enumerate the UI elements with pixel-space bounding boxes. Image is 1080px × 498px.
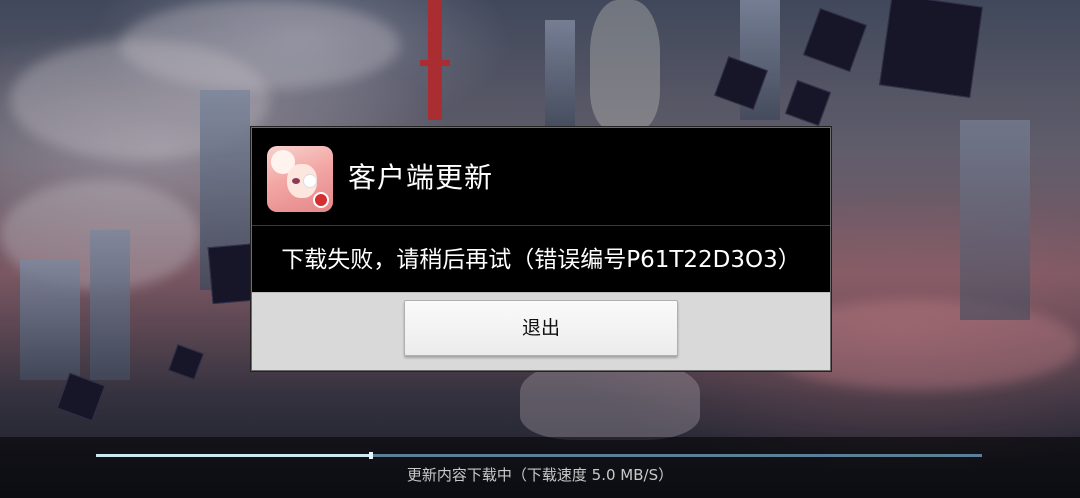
dialog-title: 客户端更新 [348,161,494,194]
download-progress-knob [368,452,373,459]
download-progress-fill [96,454,371,457]
dialog-header: 客户端更新 [252,128,830,226]
dialog-message: 下载失败，请稍后再试（错误编号P61T22D3O3） [281,247,801,273]
client-update-dialog: 客户端更新 下载失败，请稍后再试（错误编号P61T22D3O3） 退出 [251,127,831,371]
dialog-footer: 退出 [252,292,830,370]
exit-button[interactable]: 退出 [404,300,678,356]
download-status-bar: 更新内容下载中（下载速度 5.0 MB/S） [0,437,1080,498]
download-progress-bar [96,452,982,459]
download-status-text: 更新内容下载中（下载速度 5.0 MB/S） [406,466,674,484]
game-app-icon [267,146,333,212]
